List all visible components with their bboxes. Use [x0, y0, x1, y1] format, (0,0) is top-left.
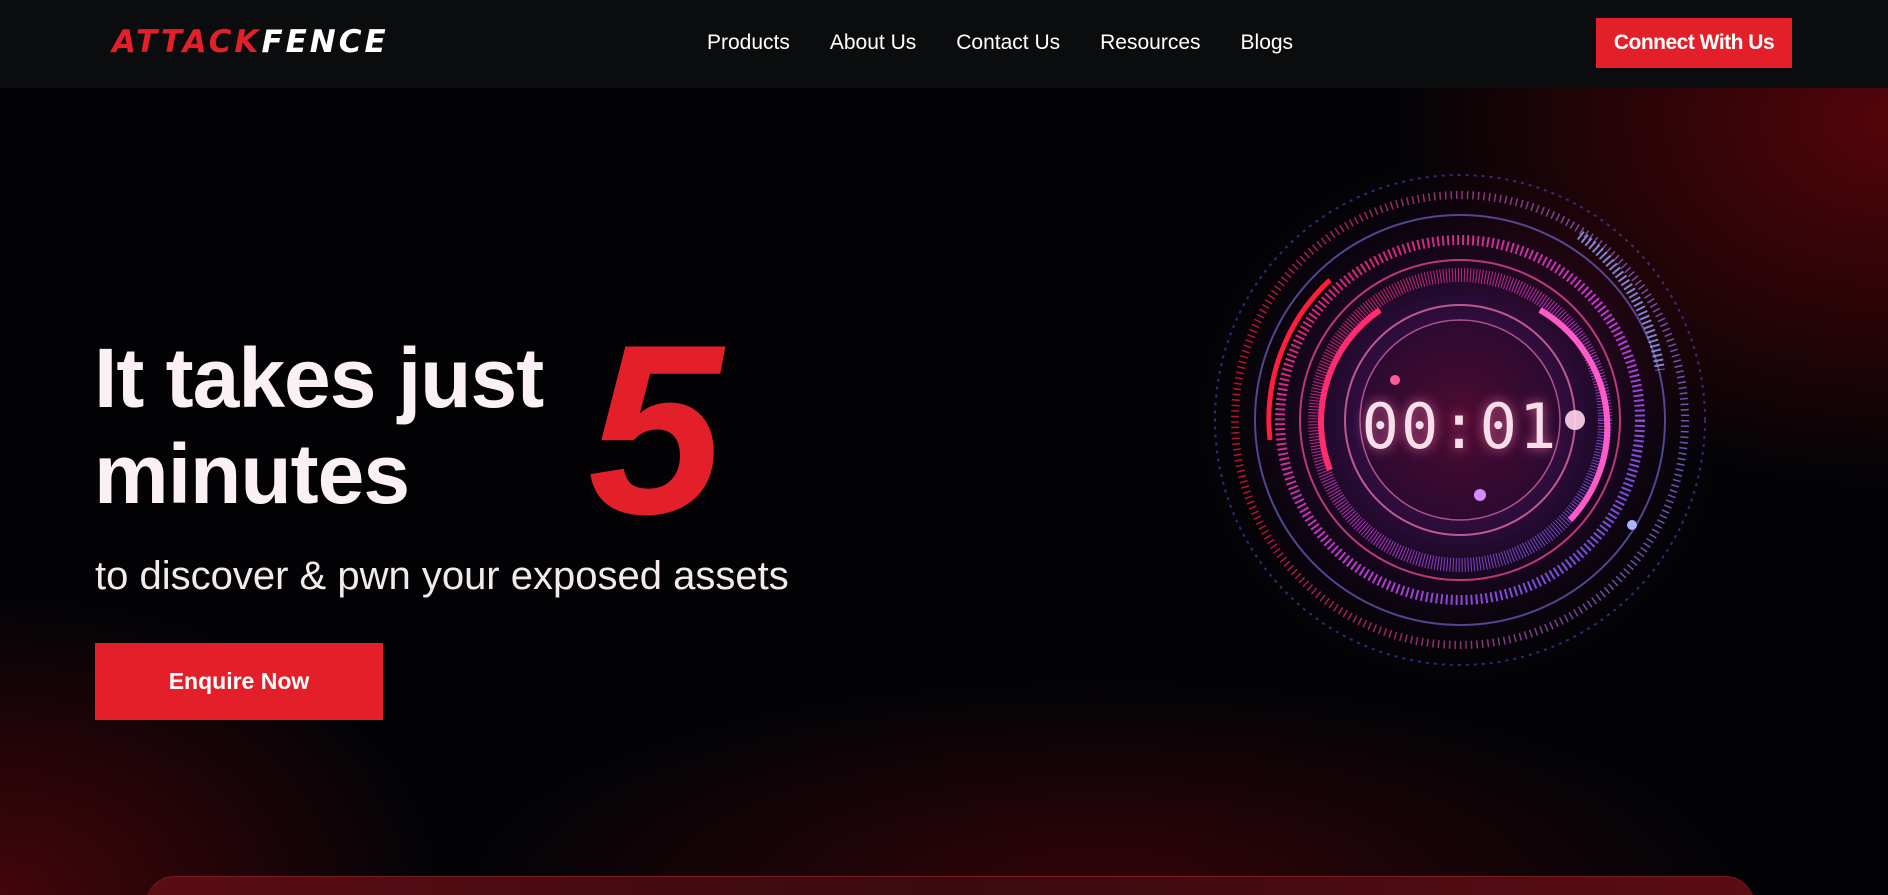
enquire-now-button[interactable]: Enquire Now: [95, 643, 383, 720]
hero-title: It takes just minutes: [94, 330, 544, 522]
hero-subtitle: to discover & pwn your exposed assets: [95, 554, 789, 598]
nav-products[interactable]: Products: [707, 28, 790, 58]
nav-blogs[interactable]: Blogs: [1241, 28, 1294, 58]
nav-resources[interactable]: Resources: [1100, 28, 1200, 58]
hero-title-line1: It takes just: [94, 331, 544, 425]
bottom-section-card: [145, 876, 1755, 895]
page: ATTACK FENCE Products About Us Contact Us…: [0, 0, 1888, 895]
hero-title-line2: minutes: [94, 427, 410, 521]
nav-about-us[interactable]: About Us: [830, 28, 916, 58]
attackfence-logo[interactable]: ATTACK FENCE: [112, 24, 389, 60]
site-header: ATTACK FENCE Products About Us Contact Us…: [0, 0, 1888, 88]
main-nav: Products About Us Contact Us Resources B…: [707, 28, 1293, 58]
logo-fence-text: FENCE: [261, 24, 389, 60]
clock-dial-graphic: 00:01: [1180, 140, 1740, 700]
countdown-display: 00:01: [1361, 389, 1559, 463]
connect-with-us-button[interactable]: Connect With Us: [1596, 18, 1792, 68]
hero-big-number: 5: [588, 295, 723, 565]
nav-contact-us[interactable]: Contact Us: [956, 28, 1060, 58]
logo-attack-text: ATTACK: [112, 24, 262, 60]
